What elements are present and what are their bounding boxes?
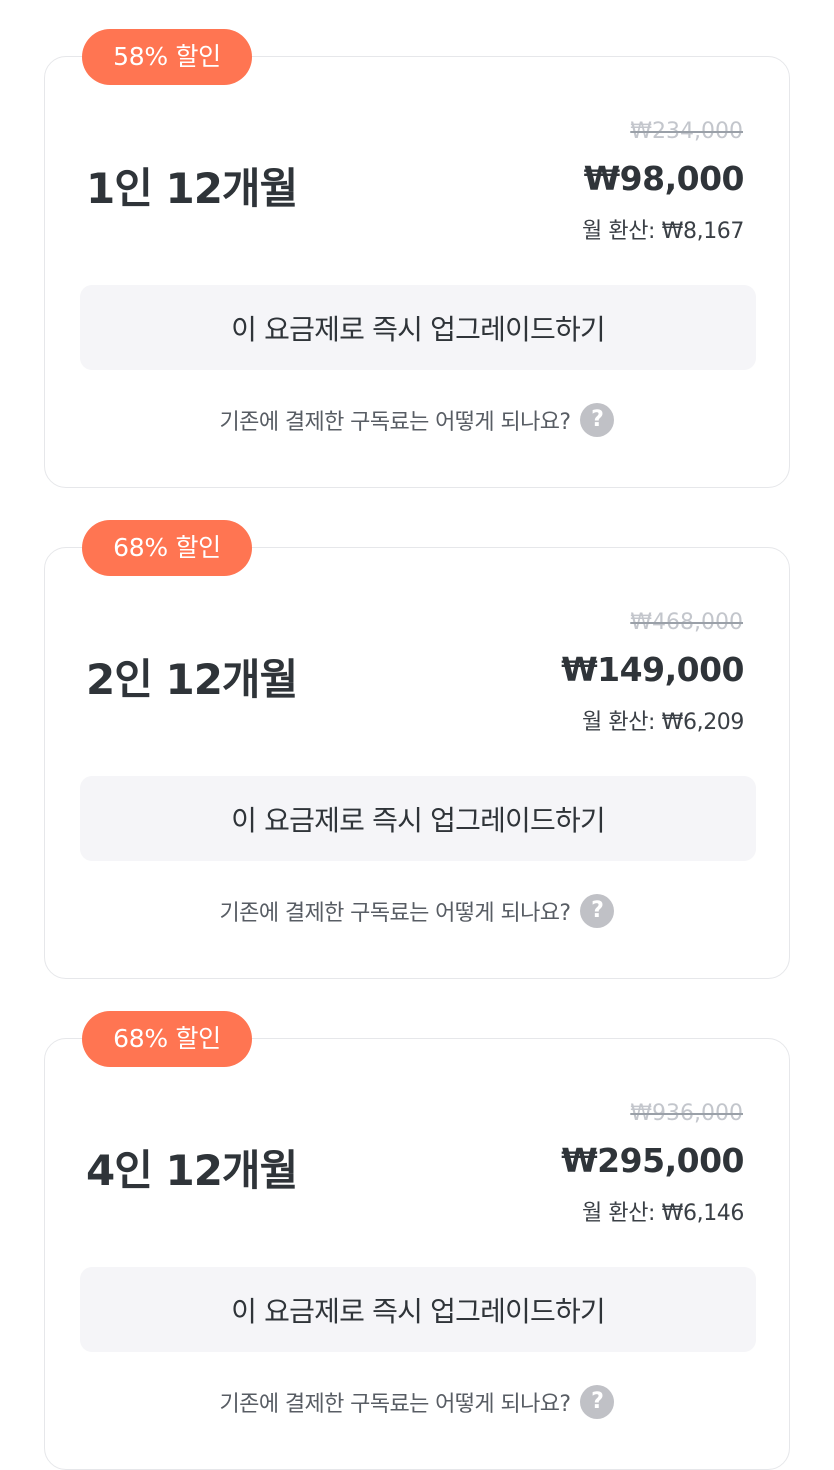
original-price: ₩936,000	[630, 1101, 743, 1126]
discount-badge: 68% 할인	[82, 1011, 252, 1067]
monthly-equivalent: 월 환산: ₩8,167	[581, 219, 744, 244]
discount-badge: 68% 할인	[82, 520, 252, 576]
plan-name: 1인 12개월	[86, 164, 298, 213]
subscription-faq-link[interactable]: 기존에 결제한 구독료는 어떻게 되나요? ?	[45, 894, 789, 928]
faq-label: 기존에 결제한 구독료는 어떻게 되나요?	[219, 1392, 572, 1417]
plan-card-2person-12months: 68% 할인 2인 12개월 ₩468,000 ₩149,000 월 환산: ₩…	[44, 520, 790, 979]
original-price: ₩468,000	[630, 610, 743, 635]
plan-name: 2인 12개월	[86, 655, 298, 704]
upgrade-button[interactable]: 이 요금제로 즉시 업그레이드하기	[80, 776, 756, 861]
plan-card-1person-12months: 58% 할인 1인 12개월 ₩234,000 ₩98,000 월 환산: ₩8…	[44, 29, 790, 488]
subscription-faq-link[interactable]: 기존에 결제한 구독료는 어떻게 되나요? ?	[45, 403, 789, 437]
upgrade-button[interactable]: 이 요금제로 즉시 업그레이드하기	[80, 1267, 756, 1352]
discount-badge: 58% 할인	[82, 29, 252, 85]
monthly-equivalent: 월 환산: ₩6,146	[581, 1201, 744, 1226]
plan-name: 4인 12개월	[86, 1146, 298, 1195]
sale-price: ₩295,000	[561, 1141, 744, 1180]
question-mark-icon[interactable]: ?	[580, 1385, 615, 1419]
question-mark-icon[interactable]: ?	[580, 403, 615, 437]
question-mark-icon[interactable]: ?	[580, 894, 615, 928]
sale-price: ₩149,000	[561, 650, 744, 689]
original-price: ₩234,000	[630, 119, 743, 144]
faq-label: 기존에 결제한 구독료는 어떻게 되나요?	[219, 901, 572, 926]
subscription-faq-link[interactable]: 기존에 결제한 구독료는 어떻게 되나요? ?	[45, 1385, 789, 1419]
faq-label: 기존에 결제한 구독료는 어떻게 되나요?	[219, 410, 572, 435]
sale-price: ₩98,000	[583, 159, 745, 198]
plan-card-4person-12months: 68% 할인 4인 12개월 ₩936,000 ₩295,000 월 환산: ₩…	[44, 1011, 790, 1470]
monthly-equivalent: 월 환산: ₩6,209	[581, 710, 744, 735]
upgrade-button[interactable]: 이 요금제로 즉시 업그레이드하기	[80, 285, 756, 370]
